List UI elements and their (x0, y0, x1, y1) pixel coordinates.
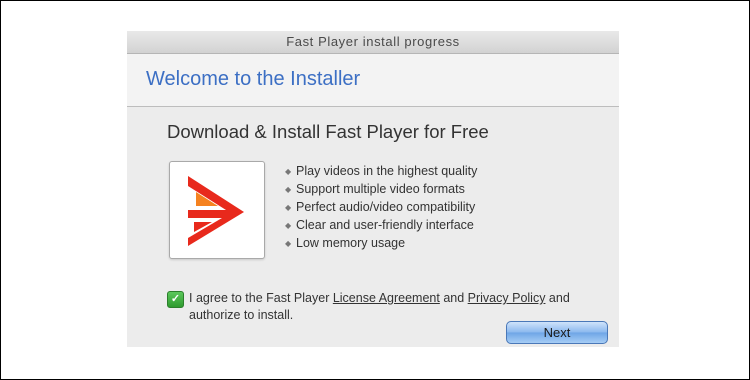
bullet-icon: ◆ (285, 221, 292, 230)
window-titlebar[interactable]: Fast Player install progress (127, 31, 619, 54)
header-title: Welcome to the Installer (146, 68, 361, 90)
screenshot-frame: Fast Player install progress Welcome to … (0, 0, 750, 380)
feature-item: ◆ Perfect audio/video compatibility (285, 198, 477, 216)
main-heading: Download & Install Fast Player for Free (167, 121, 489, 142)
bullet-icon: ◆ (285, 167, 292, 176)
bullet-icon: ◆ (285, 203, 292, 212)
installer-window: Fast Player install progress Welcome to … (127, 31, 619, 347)
bullet-icon: ◆ (285, 185, 292, 194)
feature-list: ◆ Play videos in the highest quality ◆ Sup… (285, 162, 477, 252)
checkmark-icon: ✓ (170, 293, 181, 305)
installer-header: Welcome to the Installer (127, 54, 619, 107)
window-title: Fast Player install progress (286, 34, 460, 49)
fast-player-logo (169, 161, 265, 259)
feature-item: ◆ Low memory usage (285, 234, 477, 252)
bullet-icon: ◆ (285, 239, 292, 248)
privacy-policy-link[interactable]: Privacy Policy (468, 291, 546, 305)
fast-player-logo-icon (188, 176, 244, 246)
agreement-text: I agree to the Fast Player License Agree… (189, 291, 570, 322)
feature-item: ◆ Support multiple video formats (285, 180, 477, 198)
agree-checkbox[interactable]: ✓ (167, 291, 184, 308)
license-agreement-link[interactable]: License Agreement (333, 291, 440, 305)
next-button[interactable]: Next (506, 321, 608, 344)
feature-item: ◆ Clear and user-friendly interface (285, 216, 477, 234)
feature-item: ◆ Play videos in the highest quality (285, 162, 477, 180)
